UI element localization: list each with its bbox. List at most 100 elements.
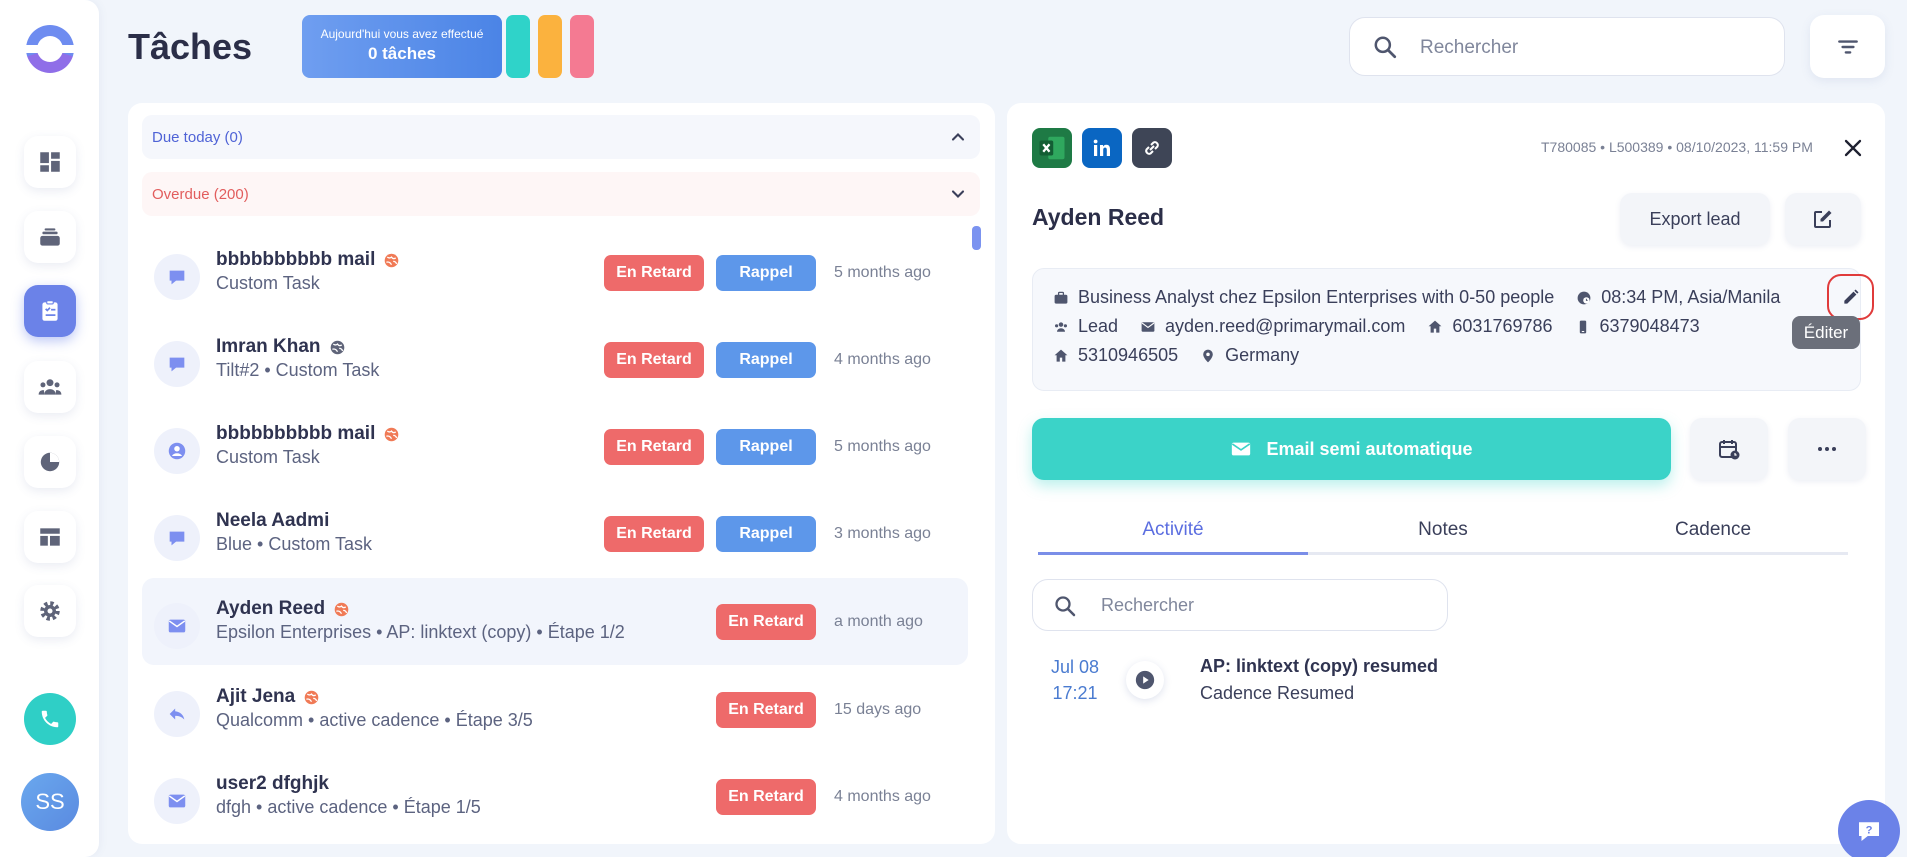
late-button[interactable]: En Retard	[604, 516, 704, 552]
search-placeholder: Rechercher	[1420, 37, 1519, 58]
mail-small-icon	[1141, 321, 1155, 332]
people-small-icon	[1055, 321, 1067, 332]
task-row[interactable]: bbbbbbbbbb mail Custom Task En Retard Ra…	[142, 403, 968, 490]
task-name-text: bbbbbbbbbb mail	[216, 249, 376, 270]
task-name-text: Neela Aadmi	[216, 510, 330, 531]
type-text: Lead	[1078, 316, 1119, 336]
local-time-field: 08:34 PM, Asia/Manila	[1576, 287, 1780, 308]
filter-button[interactable]	[1810, 15, 1885, 78]
status-pill-teal[interactable]	[506, 15, 530, 78]
activity-datetime: Jul 08 17:21	[1051, 654, 1099, 706]
edit-info-button[interactable]	[1827, 274, 1874, 320]
tab-notes[interactable]: Notes	[1308, 519, 1578, 541]
pie-chart-icon[interactable]	[24, 436, 76, 488]
activity-date: Jul 08	[1051, 657, 1100, 677]
remind-button[interactable]: Rappel	[716, 429, 816, 465]
today-summary-label: Aujourd'hui vous avez effectué	[320, 27, 484, 41]
late-button[interactable]: En Retard	[604, 342, 704, 378]
time-ago: 4 months ago	[834, 351, 931, 368]
phone-home-field[interactable]: 6031769786	[1427, 316, 1553, 337]
section-overdue[interactable]: Overdue (200)	[142, 172, 980, 216]
remind-button[interactable]: Rappel	[716, 255, 816, 291]
tasks-icon[interactable]	[24, 285, 76, 337]
status-pill-pink[interactable]	[570, 15, 594, 78]
layout-icon[interactable]	[24, 511, 76, 563]
section-due-today[interactable]: Due today (0)	[142, 115, 980, 159]
task-subtitle: dfgh • active cadence • Étape 1/5	[216, 797, 481, 817]
time-ago: 3 months ago	[834, 525, 931, 542]
task-name: Ajit Jena	[216, 686, 320, 708]
task-row[interactable]: Neela Aadmi Blue • Custom Task En Retard…	[142, 490, 968, 577]
job-field: Business Analyst chez Epsilon Enterprise…	[1053, 287, 1554, 308]
people-icon[interactable]	[24, 361, 76, 413]
dashboard-icon[interactable]	[24, 136, 76, 188]
stack-icon[interactable]	[24, 211, 76, 263]
time-ago: 5 months ago	[834, 264, 931, 281]
section-overdue-label: Overdue (200)	[152, 185, 249, 203]
task-row[interactable]: Ajit Jena Qualcomm • active cadence • Ét…	[142, 666, 968, 753]
remind-button[interactable]: Rappel	[716, 516, 816, 552]
edit-lead-button[interactable]	[1785, 193, 1861, 245]
semi-auto-email-button[interactable]: Email semi automatique	[1032, 418, 1671, 480]
status-pill-orange[interactable]	[538, 15, 562, 78]
late-button[interactable]: En Retard	[716, 604, 816, 640]
lead-info-box: Business Analyst chez Epsilon Enterprise…	[1032, 268, 1874, 391]
mail-icon	[154, 603, 200, 649]
tab-cadence[interactable]: Cadence	[1578, 519, 1848, 541]
search-input[interactable]: Rechercher	[1349, 17, 1785, 76]
more-options-button[interactable]	[1788, 418, 1866, 480]
phone-mobile-field[interactable]: 6379048473	[1575, 316, 1700, 337]
late-button[interactable]: En Retard	[716, 692, 816, 728]
excel-icon[interactable]	[1032, 128, 1072, 168]
task-row[interactable]: Ayden Reed Epsilon Enterprises • AP: lin…	[142, 578, 968, 665]
activity-time: 17:21	[1052, 683, 1098, 703]
task-row[interactable]: bbbbbbbbbb mail Custom Task En Retard Ra…	[142, 229, 968, 316]
country-text: Germany	[1225, 345, 1300, 365]
late-button[interactable]: En Retard	[716, 779, 816, 815]
link-icon[interactable]	[1132, 128, 1172, 168]
scrollbar-thumb[interactable]	[972, 226, 981, 250]
reply-icon	[154, 691, 200, 737]
late-button[interactable]: En Retard	[604, 429, 704, 465]
late-button[interactable]: En Retard	[604, 255, 704, 291]
task-name-text: user2 dfghjk	[216, 773, 329, 794]
play-icon	[1126, 661, 1164, 699]
task-name: user2 dfghjk	[216, 773, 329, 795]
page-title: Tâches	[128, 26, 253, 67]
phone-home2-field[interactable]: 5310946505	[1053, 345, 1178, 366]
more-horizontal-icon	[1818, 447, 1836, 451]
info-line-3: 5310946505 Germany	[1053, 345, 1311, 366]
task-list-panel: Due today (0) Overdue (200) bbbbbbbbbb m…	[128, 103, 995, 844]
phone-icon[interactable]	[24, 693, 76, 745]
activity-search-input[interactable]: Rechercher	[1032, 579, 1448, 631]
email-field[interactable]: ayden.reed@primarymail.com	[1140, 316, 1405, 337]
activity-subtitle: Cadence Resumed	[1200, 683, 1355, 703]
filter-icon	[1837, 39, 1858, 54]
task-subtitle: Blue • Custom Task	[216, 534, 373, 554]
user-icon	[154, 428, 200, 474]
task-row[interactable]: Imran Khan Tilt#2 • Custom Task En Retar…	[142, 316, 968, 403]
export-lead-button[interactable]: Export lead	[1620, 193, 1770, 245]
briefcase-icon	[1054, 291, 1068, 304]
task-name: Neela Aadmi	[216, 510, 329, 532]
close-icon[interactable]	[1841, 136, 1865, 160]
globe-clock-icon	[1577, 291, 1591, 304]
tab-active-indicator	[1038, 552, 1308, 555]
user-avatar[interactable]: SS	[21, 773, 79, 831]
task-row[interactable]: user2 dfghjk dfgh • active cadence • Éta…	[142, 753, 968, 840]
location-pin-icon	[1203, 349, 1213, 362]
linkedin-icon[interactable]	[1082, 128, 1122, 168]
task-name: Ayden Reed	[216, 598, 350, 620]
task-name-text: Imran Khan	[216, 336, 321, 357]
email-text: ayden.reed@primarymail.com	[1165, 316, 1406, 336]
schedule-button[interactable]	[1690, 418, 1768, 480]
task-name-text: Ajit Jena	[216, 686, 296, 707]
help-button[interactable]: ?	[1838, 800, 1900, 857]
app-logo[interactable]	[24, 25, 76, 73]
tab-activity[interactable]: Activité	[1038, 519, 1308, 541]
settings-icon[interactable]	[24, 585, 76, 637]
chat-icon	[154, 515, 200, 561]
svg-text:?: ?	[1866, 825, 1873, 837]
remind-button[interactable]: Rappel	[716, 342, 816, 378]
mobile-icon	[1579, 320, 1586, 333]
